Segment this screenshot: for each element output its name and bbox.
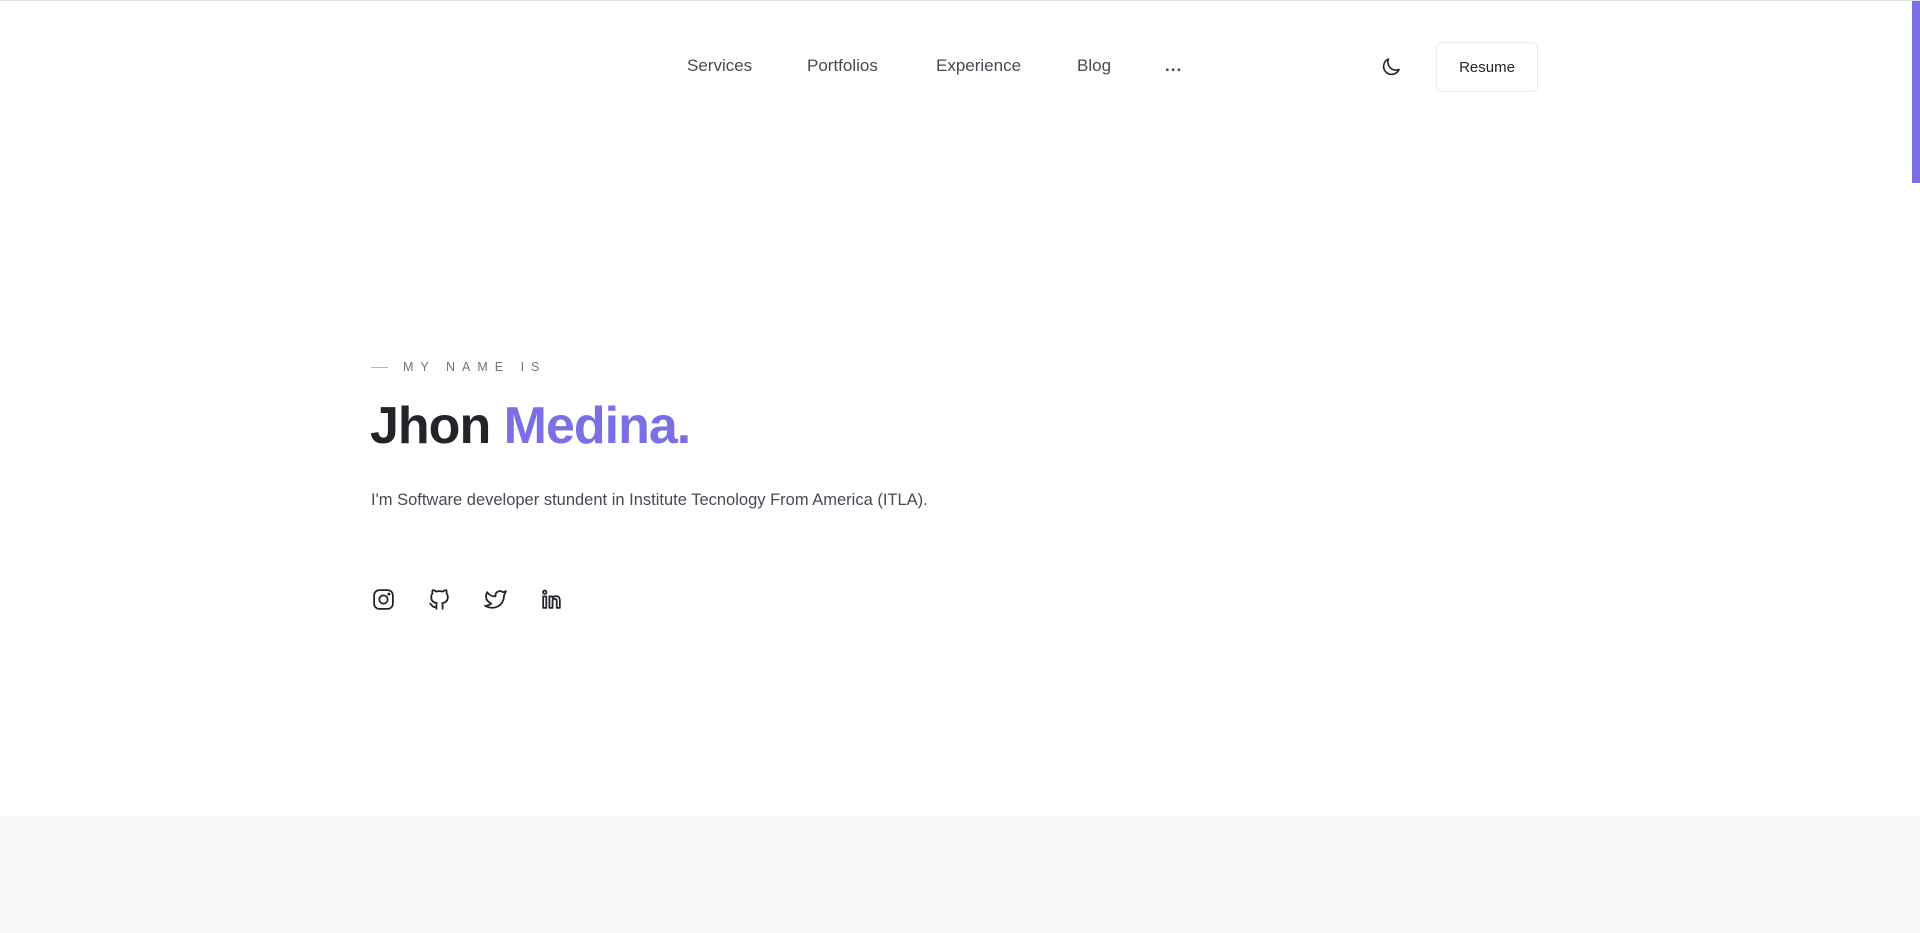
linkedin-icon[interactable]: [539, 587, 564, 612]
hero-last-name: Medina.: [503, 397, 692, 455]
hero-eyebrow: MY NAME IS: [371, 360, 546, 374]
hero-first-name: Jhon: [370, 397, 491, 455]
next-section: [0, 816, 1920, 933]
nav-item-blog[interactable]: Blog: [1077, 56, 1111, 76]
nav-item-experience[interactable]: Experience: [936, 56, 1021, 76]
eyebrow-text: MY NAME IS: [403, 360, 547, 374]
nav-item-more[interactable]: ...: [1165, 56, 1182, 76]
theme-toggle-button[interactable]: [1379, 55, 1403, 79]
social-links: [371, 587, 595, 612]
resume-button[interactable]: Resume: [1436, 42, 1538, 92]
scroll-progress-indicator[interactable]: [1912, 1, 1920, 183]
nav-item-services[interactable]: Services: [687, 56, 752, 76]
moon-icon: [1382, 58, 1400, 76]
page: Services Portfolios Experience Blog ... …: [0, 0, 1920, 933]
hero-title: Jhon Medina.: [370, 393, 692, 459]
github-icon[interactable]: [427, 587, 452, 612]
eyebrow-divider: [371, 366, 388, 368]
instagram-icon[interactable]: [371, 587, 396, 612]
nav-item-portfolios[interactable]: Portfolios: [807, 56, 878, 76]
hero-description: I'm Software developer stundent in Insti…: [371, 491, 928, 509]
twitter-icon[interactable]: [483, 587, 508, 612]
